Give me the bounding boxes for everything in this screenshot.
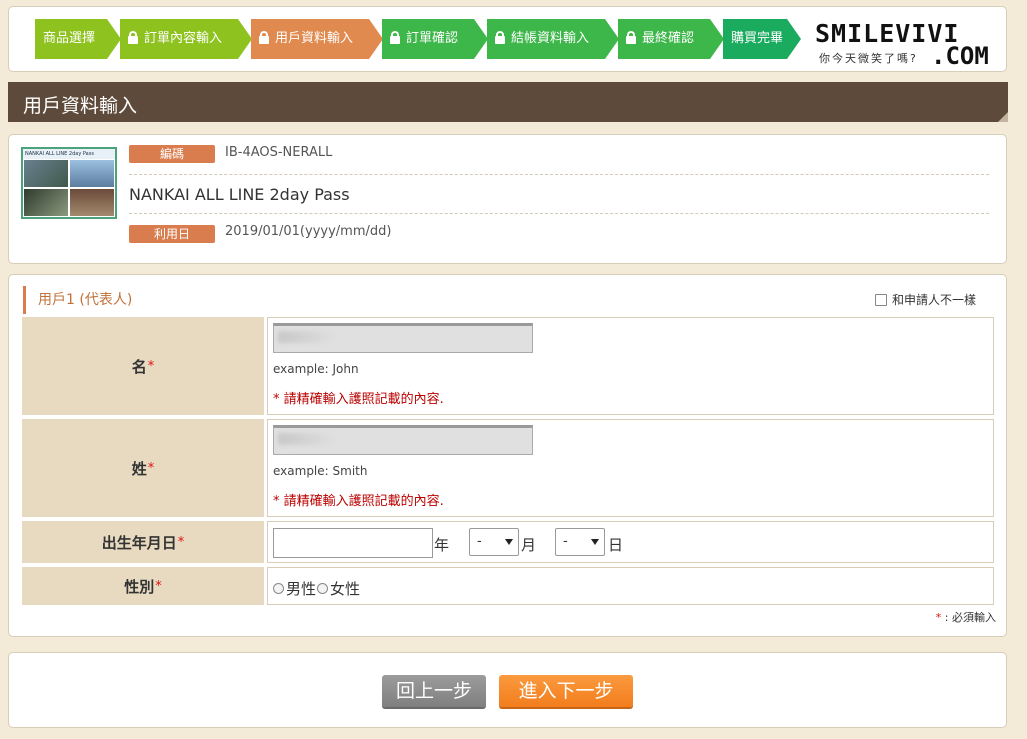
first-name-input[interactable] [273,323,533,353]
year-unit: 年 [434,536,450,554]
lock-icon [626,31,636,44]
step-checkout-input: 結帳資料輸入 [487,19,619,59]
first-name-example: example: John [273,362,359,376]
step-order-confirm: 訂單確認 [382,19,488,59]
product-info-panel: NANKAI ALL LINE 2day Pass 編碼 IB-4AOS-NER… [8,134,1007,264]
step-label: 訂單內容輸入 [144,31,223,46]
select-value: - [563,534,568,549]
gender-female-label[interactable]: 女性 [330,578,360,599]
step-product-select: 商品選擇 [35,19,121,59]
label-text: 名 [131,357,147,376]
lock-icon [259,31,269,44]
first-name-label: 名 * [22,317,264,415]
required-note: * : 必須輸入 [936,609,996,625]
required-star: * [147,358,155,374]
product-code: IB-4AOS-NERALL [225,145,333,160]
month-unit: 月 [521,536,537,554]
label-text: 性別 [124,577,155,596]
logo-suffix-text: .COM [931,42,989,70]
gender-label: 性別 * [22,567,264,605]
last-name-example: example: Smith [273,464,368,478]
back-button[interactable]: 回上一步 [382,675,486,707]
birth-day-select[interactable]: - [555,528,605,556]
birth-date-row: 年 - 月 - 日 [267,521,994,563]
birth-month-select[interactable]: - [469,528,519,556]
page-title: 用戶資料輸入 [23,95,138,117]
gender-female-radio[interactable] [317,583,329,594]
label-text: 姓 [131,459,147,478]
required-note-text: : 必須輸入 [944,611,996,624]
thumbnail-caption: NANKAI ALL LINE 2day Pass [23,149,115,159]
checkbox-label: 和申請人不一樣 [892,293,977,307]
divider [129,213,989,214]
product-thumbnail: NANKAI ALL LINE 2day Pass [21,147,117,219]
last-name-input[interactable] [273,425,533,455]
gender-radio-group: 男性 女性 [273,578,360,599]
step-final-confirm: 最終確認 [618,19,724,59]
step-label: 訂單確認 [406,31,459,46]
step-label: 商品選擇 [43,31,96,46]
step-order-input: 訂單內容輸入 [120,19,252,59]
step-label: 用戶資料輸入 [275,31,354,46]
thumbnail-photos [23,159,115,217]
last-name-label: 姓 * [22,419,264,517]
step-purchase-complete: 購買完畢 [723,19,801,59]
usage-date-tag: 利用日 [129,225,215,243]
next-button[interactable]: 進入下一步 [499,675,633,707]
product-name: NANKAI ALL LINE 2day Pass [129,185,350,204]
required-star: * [935,611,942,624]
progress-steps-panel: 商品選擇 訂單內容輸入 用戶資料輸入 訂單確認 結帳資料輸入 最終確認 購買完畢… [8,6,1007,72]
chevron-down-icon [505,539,513,545]
gender-male-label[interactable]: 男性 [286,578,316,599]
divider [129,174,989,175]
page-title-bar: 用戶資料輸入 [8,82,1008,122]
day-unit: 日 [608,536,624,554]
first-name-warning: * 請精確輸入護照記載的內容. [273,392,444,407]
different-from-applicant-checkbox[interactable]: 和申請人不一樣 [875,291,976,308]
step-label: 購買完畢 [731,31,784,46]
select-value: - [477,534,482,549]
last-name-warning: * 請精確輸入護照記載的內容. [273,494,444,509]
lock-icon [128,31,138,44]
title-corner-decoration [998,112,1008,122]
logo-sub-text: 你今天微笑了嗎? [819,52,918,65]
gender-male-radio[interactable] [273,583,284,594]
navigation-buttons-panel: 回上一步 進入下一步 [8,652,1007,728]
step-label: 結帳資料輸入 [511,31,590,46]
product-code-tag: 編碼 [129,145,215,163]
checkbox-box[interactable] [875,293,887,306]
lock-icon [495,31,505,44]
user-info-panel: 用戶1 (代表人) 和申請人不一樣 名 * example: John * 請精確… [8,274,1007,637]
step-user-data-input: 用戶資料輸入 [251,19,383,59]
birth-year-input[interactable] [273,528,433,558]
step-label: 最終確認 [642,31,695,46]
chevron-down-icon [591,539,599,545]
required-star: * [147,460,155,476]
birth-date-label: 出生年月日 * [22,521,264,563]
user-heading: 用戶1 (代表人) [23,286,132,314]
last-name-row: example: Smith * 請精確輸入護照記載的內容. [267,419,994,517]
required-star: * [155,578,162,594]
smilevivi-logo: SMILEVIVI 你今天微笑了嗎? .COM [811,17,1001,70]
required-star: * [177,534,185,550]
first-name-row: example: John * 請精確輸入護照記載的內容. [267,317,994,415]
usage-date: 2019/01/01(yyyy/mm/dd) [225,224,392,239]
label-text: 出生年月日 [101,533,177,552]
gender-row: 男性 女性 [267,567,994,605]
lock-icon [390,31,400,44]
